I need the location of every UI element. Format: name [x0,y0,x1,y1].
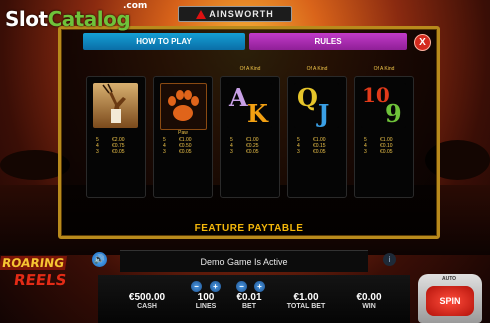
win-display: €0.00 WIN [346,292,392,310]
lines-label: LINES [195,303,217,310]
feature-paytable-title: FEATURE PAYTABLE [194,223,304,234]
bet-decrease-button[interactable]: − [236,281,247,292]
pay-amount: €0.05 [246,149,259,155]
lines-value: 100 [197,292,215,303]
pay-values: 5 €1.00 4 €0.50 3 €0.05 [163,137,192,155]
paytable-panel: HOW TO PLAY RULES X 5 €2.00 4 €0.75 3 €0.05 [58,26,440,239]
watermark-slot: Slot [5,7,48,31]
auto-label[interactable]: AUTO [442,276,456,282]
watermark-catalog: Catalog [47,7,131,31]
pay-amount: €0.05 [179,149,192,155]
cash-label: CASH [137,303,157,310]
total-bet-display: €1.00 TOTAL BET [276,292,336,310]
pay-amount: €0.05 [112,149,125,155]
close-button[interactable]: X [414,34,431,51]
pay-count: 3 [297,149,300,155]
number-nine: 9 [385,99,402,128]
cash-display: €500.00 CASH [118,292,176,310]
total-bet-value: €1.00 [293,292,319,303]
win-value: €0.00 [356,292,382,303]
letter-k: K [247,99,268,128]
brand-name: AINSWORTH [209,9,274,19]
bet-display: €0.01 BET [228,292,270,310]
paw-icon [168,90,199,121]
info-icon[interactable]: i [383,253,396,266]
lines-increase-button[interactable]: + [210,281,221,292]
roaring-reels-logo: ROARING REELS [0,252,88,289]
pay-count: 3 [96,149,99,155]
card-header: Of A Kind [373,66,395,72]
spin-button[interactable]: AUTO SPIN [418,274,482,323]
slotcatalog-watermark: SlotCatalog .com [5,1,147,31]
pay-count: 3 [230,149,233,155]
bet-label: BET [242,303,256,310]
ainsworth-logo: AINSWORTH [178,6,292,22]
total-bet-label: TOTAL BET [286,303,326,310]
gazelle-symbol [93,83,138,128]
symbol-label: Paw [178,130,188,136]
win-label: WIN [362,303,376,310]
letter-q: Q [297,83,318,112]
paytable-card-ace-king: Of A Kind A K 5 €1.00 4 €0.25 3 €0.05 [220,66,280,198]
pay-count: 3 [163,149,166,155]
gazelle-icon [102,83,126,123]
pay-values: 5 €1.00 4 €0.15 3 €0.05 [297,137,326,155]
tab-how-to-play[interactable]: HOW TO PLAY [83,33,245,50]
bet-value: €0.01 [236,292,262,303]
pay-values: 5 €1.00 4 €0.10 3 €0.05 [364,137,393,155]
pay-values: 5 €1.00 4 €0.25 3 €0.05 [230,137,259,155]
pay-amount: €0.05 [313,149,326,155]
bet-increase-button[interactable]: + [254,281,265,292]
lines-display: 100 LINES [183,292,229,310]
ainsworth-triangle-icon [196,9,207,19]
paytable-card-queen-jack: Of A Kind Q J 5 €1.00 4 €0.15 3 €0.05 [287,66,347,198]
letter-j: J [318,99,330,128]
paw-symbol [160,83,207,130]
sound-icon[interactable]: 🔊 [92,252,107,267]
watermark-com: .com [123,1,148,11]
pay-values: 5 €2.00 4 €0.75 3 €0.05 [96,137,125,155]
letter-a: A [229,83,248,112]
message-bar: Demo Game Is Active [120,250,368,272]
pay-count: 3 [364,149,367,155]
logo-line1: ROARING [0,256,67,270]
paytable-card-paw: Paw 5 €1.00 4 €0.50 3 €0.05 [153,76,213,198]
paytable-card-gazelle: 5 €2.00 4 €0.75 3 €0.05 [86,76,146,198]
lines-decrease-button[interactable]: − [191,281,202,292]
card-header: Of A Kind [306,66,328,72]
cash-value: €500.00 [128,292,166,303]
queen-jack-symbol: Q J [294,83,339,128]
paytable-card-ten-nine: Of A Kind 10 9 5 €1.00 4 €0.10 3 €0.05 [354,66,414,198]
logo-line2: REELS [12,271,68,289]
tab-rules[interactable]: RULES [249,33,407,50]
spin-label[interactable]: SPIN [426,286,474,316]
ten-nine-symbol: 10 9 [361,83,406,128]
card-header: Of A Kind [239,66,261,72]
pay-amount: €0.05 [380,149,393,155]
ace-king-symbol: A K [227,83,272,128]
